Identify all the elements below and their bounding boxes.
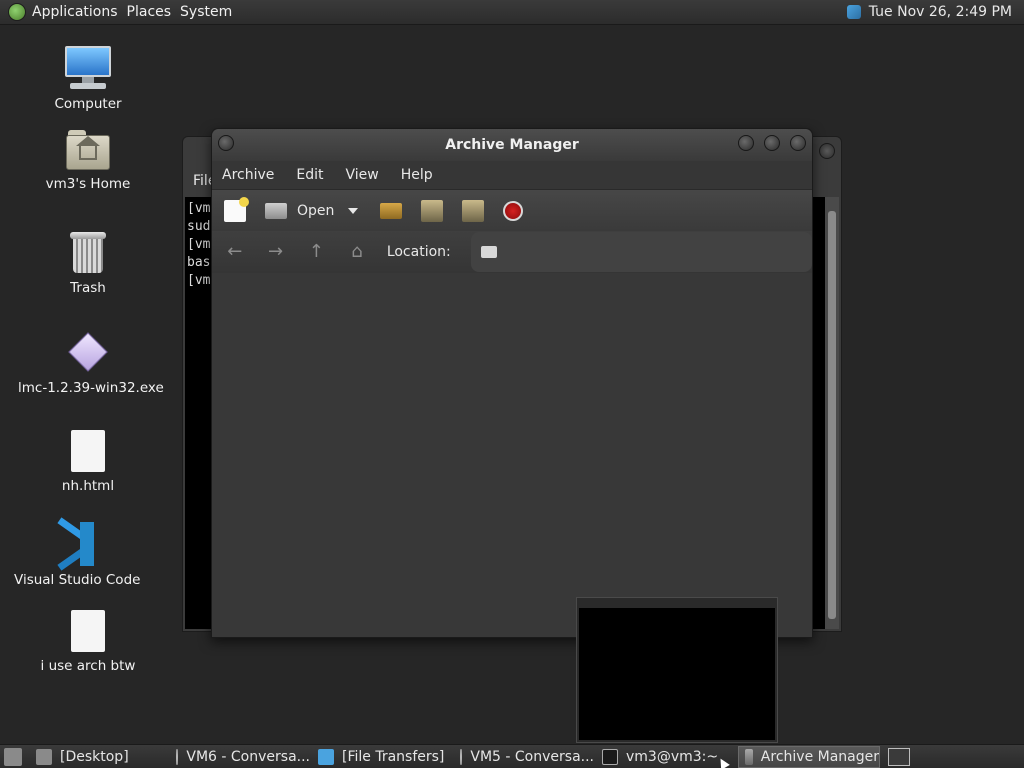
back-arrow-icon[interactable]: ← [224,241,246,263]
minimize-button[interactable] [738,135,754,151]
desktop-icon [36,748,52,765]
menu-system[interactable]: System [180,4,241,20]
taskbar-item-label: [File Transfers] [342,748,445,765]
desktop-icon-label: nh.html [61,478,115,494]
desktop-icon-label: Trash [70,280,106,296]
menu-edit[interactable]: Edit [296,167,323,183]
executable-icon [66,330,110,374]
archive-file-list[interactable] [212,273,812,637]
desktop-icon-label: vm3's Home [45,176,131,192]
desktop-icon-home[interactable]: vm3's Home [38,130,138,192]
taskbar-item-label: VM5 - Conversa... [470,748,594,765]
terminal-close-button[interactable] [819,143,835,159]
open-button[interactable]: Open [297,203,334,219]
taskbar-item-label: VM6 - Conversa... [186,748,310,765]
forward-arrow-icon[interactable]: → [265,241,287,263]
location-bar: ← → ↑ ⌂ Location: [212,231,813,273]
menu-archive[interactable]: Archive [222,167,274,183]
file-icon [71,430,105,472]
desktop-icon-arch-file[interactable]: i use arch btw [38,610,138,674]
window-title: Archive Manager [445,137,579,153]
panel-tray: Tue Nov 26, 2:49 PM [846,4,1024,20]
preview-terminal-content [579,608,775,740]
vscode-icon [52,517,96,571]
archive-menubar: Archive Edit View Help [212,161,812,189]
taskbar-item-label: Archive Manager [760,748,879,765]
vm-icon [460,748,463,765]
archive-toolbar: Open [212,189,812,231]
location-label: Location: [386,244,451,260]
vm-icon [176,748,179,765]
maximize-button[interactable] [764,135,780,151]
folder-icon [480,246,497,258]
desktop-icon-vscode[interactable]: Visual Studio Code [14,517,141,588]
archive-icon [745,748,753,765]
location-field[interactable] [470,232,813,272]
clock[interactable]: Tue Nov 26, 2:49 PM [869,4,1012,20]
taskbar-item-file-transfers[interactable]: [File Transfers] [312,746,452,768]
taskbar-item-vm5[interactable]: VM5 - Conversa... [454,746,594,768]
desktop-icon-exe[interactable]: lmc-1.2.39-win32.exe [18,330,164,396]
archive-manager-window[interactable]: Archive Manager Archive Edit View Help O… [211,128,813,638]
preview-menubar [577,598,777,608]
computer-icon [64,46,112,90]
desktop-icon-trash[interactable]: Trash [38,230,138,296]
desktop-icon-computer[interactable]: Computer [38,46,138,112]
home-icon[interactable]: ⌂ [346,241,368,263]
new-archive-icon[interactable] [224,196,249,222]
window-titlebar[interactable]: Archive Manager [212,129,812,161]
open-archive-icon[interactable] [265,202,287,219]
home-folder-icon [66,130,110,170]
stop-icon[interactable] [503,200,524,221]
taskbar-item-label: [Desktop] [60,748,129,765]
extract-icon[interactable] [380,202,403,219]
desktop-icon-label: Computer [54,96,122,112]
add-files-icon[interactable] [421,199,444,222]
transfer-icon [318,748,334,765]
add-folder-icon[interactable] [462,199,485,222]
workspace-switcher[interactable] [888,747,910,766]
desktop-icon-label: lmc-1.2.39-win32.exe [18,380,164,396]
network-icon[interactable] [846,5,861,19]
close-button[interactable] [790,135,806,151]
show-desktop-icon[interactable] [4,747,22,766]
menu-help[interactable]: Help [401,167,433,183]
taskbar-item-vm6[interactable]: VM6 - Conversa... [170,746,310,768]
terminal-scrollbar[interactable] [825,197,839,629]
terminal-icon [602,748,618,765]
up-arrow-icon[interactable]: ↑ [305,241,327,263]
window-preview-thumbnail[interactable] [576,597,778,743]
taskbar-item-label: vm3@vm3:~ [626,748,719,765]
menu-applications[interactable]: Applications [32,4,127,20]
desktop-icon-label: Visual Studio Code [14,572,141,588]
window-menu-button[interactable] [218,135,234,151]
menu-view[interactable]: View [346,167,379,183]
file-icon [71,610,105,652]
top-panel: Applications Places System Tue Nov 26, 2… [0,0,1024,25]
distro-logo-icon[interactable] [8,3,26,21]
taskbar-item-archive-manager[interactable]: Archive Manager [738,745,880,768]
desktop-icon-label: i use arch btw [40,658,136,674]
taskbar-item-terminal[interactable]: vm3@vm3:~ [596,746,736,768]
bottom-taskbar: [Desktop] VM6 - Conversa... [File Transf… [0,744,1024,768]
scrollbar-thumb[interactable] [828,211,836,619]
menu-places[interactable]: Places [127,4,181,20]
taskbar-item-desktop[interactable]: [Desktop] [30,746,168,768]
trash-icon [70,230,106,274]
open-recent-dropdown-icon[interactable] [348,207,359,214]
desktop-icon-nh-html[interactable]: nh.html [38,430,138,494]
